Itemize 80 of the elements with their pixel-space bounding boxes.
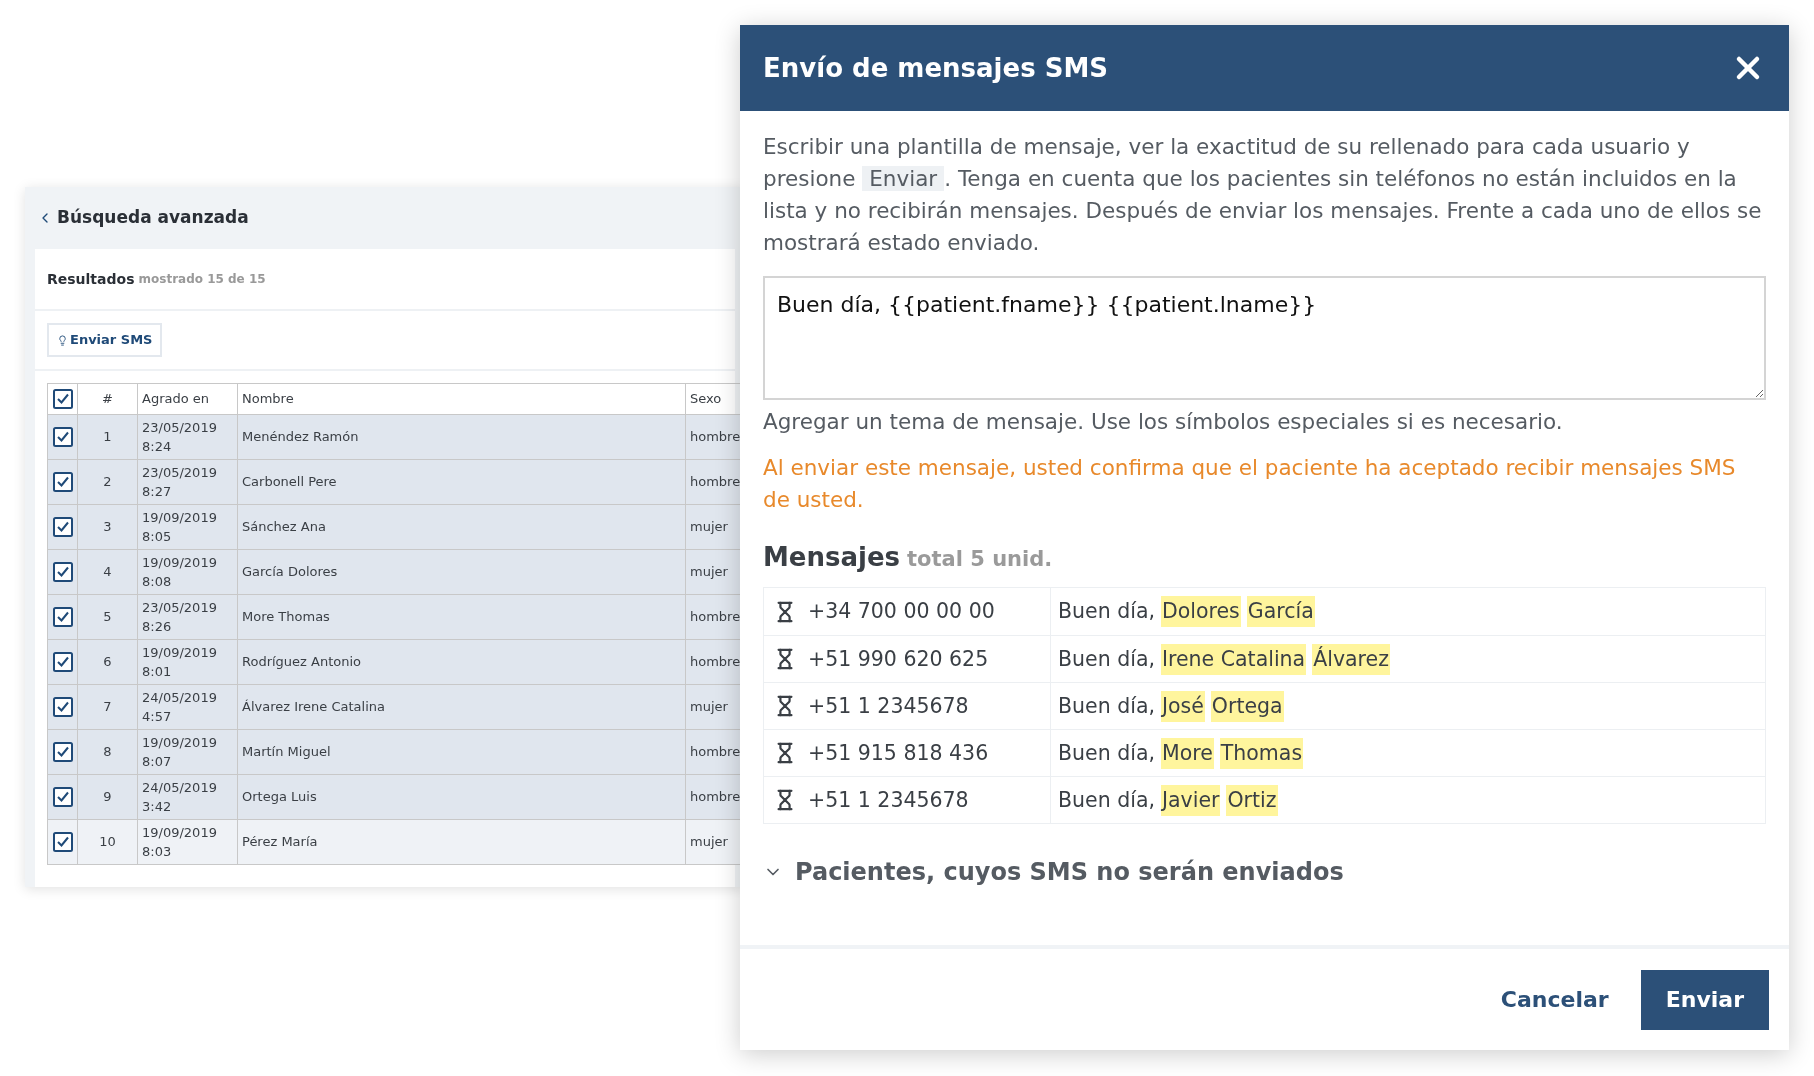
results-count: mostrado 15 de 15 (138, 271, 266, 288)
column-header: # (102, 390, 113, 409)
excluded-patients-toggle[interactable]: Pacientes, cuyos SMS no serán enviados (795, 854, 1344, 891)
phone-number: +34 700 00 00 00 (808, 598, 995, 626)
greeting-text: Buen día, (1058, 739, 1155, 767)
number-cell: 4 (78, 549, 138, 594)
checkbox[interactable] (52, 742, 73, 762)
number-cell: 5 (78, 594, 138, 639)
number-cell: 6 (78, 639, 138, 684)
column-header: Agrado en (142, 390, 210, 409)
column-header: Nombre (242, 390, 294, 409)
name-cell: Rodríguez Antonio (238, 639, 686, 684)
phone-number: +51 915 818 436 (808, 739, 989, 767)
checkbox[interactable] (52, 427, 73, 447)
date-cell: 19/09/2019 8:08 (138, 549, 238, 594)
date-cell: 19/09/2019 8:01 (138, 639, 238, 684)
checkbox[interactable] (52, 562, 73, 582)
checkbox[interactable] (52, 517, 73, 537)
date-cell: 23/05/2019 8:27 (138, 459, 238, 504)
column-header: Sexo (690, 390, 722, 409)
greeting-text: Buen día, (1058, 786, 1155, 814)
send-sms-button[interactable]: Enviar SMS (47, 323, 163, 357)
page-title: Búsqueda avanzada (57, 206, 249, 230)
checkbox[interactable] (52, 787, 73, 807)
name-cell: Ortega Luis (238, 774, 686, 819)
results-label: Resultados (47, 269, 135, 289)
number-cell: 9 (78, 774, 138, 819)
number-cell: 2 (78, 459, 138, 504)
checkbox[interactable] (52, 389, 73, 409)
name-highlight: Javier (1160, 784, 1221, 816)
checkbox[interactable] (52, 472, 73, 492)
date-cell: 19/09/2019 8:05 (138, 504, 238, 549)
date-cell: 24/05/2019 4:57 (138, 684, 238, 729)
name-highlight: Ortega (1210, 690, 1284, 722)
phone-number: +51 990 620 625 (808, 645, 989, 673)
phone-number: +51 1 2345678 (808, 786, 969, 814)
number-cell: 3 (78, 504, 138, 549)
number-cell: 8 (78, 729, 138, 774)
cancel-button[interactable]: Cancelar (1498, 983, 1611, 1016)
name-cell: Martín Miguel (238, 729, 686, 774)
checkbox[interactable] (52, 832, 73, 852)
greeting-text: Buen día, (1058, 598, 1155, 626)
checkbox[interactable] (52, 607, 73, 627)
name-cell: Álvarez Irene Catalina (238, 684, 686, 729)
send-button[interactable]: Enviar (1640, 969, 1769, 1030)
number-cell: 10 (78, 819, 138, 864)
name-highlight: More (1160, 737, 1214, 769)
dialog-title: Envío de mensajes SMS (763, 51, 1108, 85)
name-highlight: Ortiz (1226, 784, 1278, 816)
date-cell: 23/05/2019 8:24 (138, 414, 238, 459)
name-highlight: García (1246, 596, 1315, 628)
date-cell: 23/05/2019 8:26 (138, 594, 238, 639)
name-cell: Menéndez Ramón (238, 414, 686, 459)
number-cell: 7 (78, 684, 138, 729)
name-cell: Carbonell Pere (238, 459, 686, 504)
date-cell: 19/09/2019 8:03 (138, 819, 238, 864)
name-highlight: Thomas (1219, 737, 1304, 769)
description-text: Escribir una plantilla de mensaje, ver la exactitud de su rellenado para cada usuario y presione Enviar . Tenga en cuenta que los pacientes sin teléfonos no están incluidos en la lista y no recibirán mensajes. Después de enviar los mensajes. Frente a cada uno de ellos se mostrará estado enviado. (763, 133, 1763, 257)
warning-text: Al enviar este mensaje, usted confirma que el paciente ha aceptado recibir mensajes SMS de usted. (763, 454, 1737, 515)
name-highlight: Álvarez (1312, 643, 1390, 675)
messages-title: Mensajes (763, 541, 901, 575)
phone-number: +51 1 2345678 (808, 692, 969, 720)
greeting-text: Buen día, (1058, 645, 1155, 673)
template-field[interactable]: Buen día, {{patient.fname}} {{patient.lname}} (763, 276, 1766, 400)
date-cell: 19/09/2019 8:07 (138, 729, 238, 774)
checkbox[interactable] (52, 652, 73, 672)
name-cell: More Thomas (238, 594, 686, 639)
messages-total: total 5 unid. (907, 546, 1053, 574)
name-cell: Pérez María (238, 819, 686, 864)
name-highlight: Irene Catalina (1160, 643, 1307, 675)
name-cell: García Dolores (238, 549, 686, 594)
name-highlight: José (1160, 690, 1205, 722)
name-highlight: Dolores (1160, 596, 1241, 628)
lightbulb-icon (57, 334, 68, 346)
number-cell: 1 (78, 414, 138, 459)
hint-text: Agregar un tema de mensaje. Use los símbolos especiales si es necesario. (763, 408, 1564, 436)
checkbox[interactable] (52, 697, 73, 717)
name-cell: Sánchez Ana (238, 504, 686, 549)
greeting-text: Buen día, (1058, 692, 1155, 720)
date-cell: 24/05/2019 3:42 (138, 774, 238, 819)
